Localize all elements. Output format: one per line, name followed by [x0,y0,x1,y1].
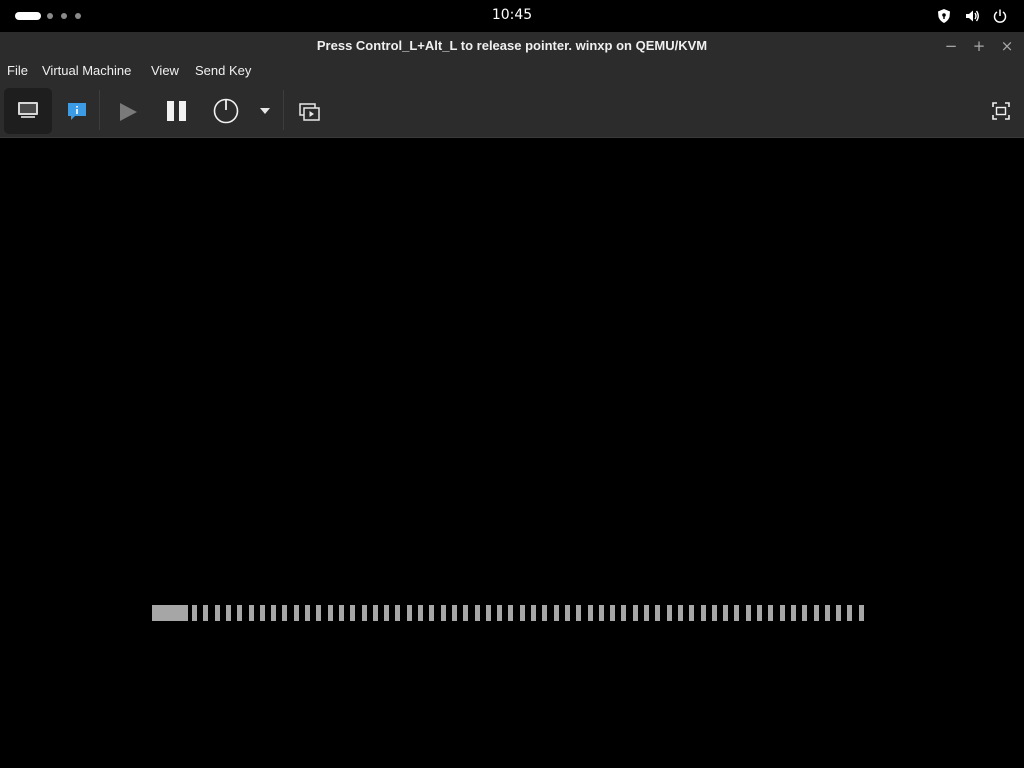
progress-tick [678,605,683,621]
progress-tick [565,605,570,621]
progress-tick [814,605,819,621]
progress-tick [384,605,389,621]
shutdown-button[interactable] [206,88,246,134]
progress-tick [350,605,355,621]
progress-tick [701,605,706,621]
clock[interactable]: 10:45 [0,7,1024,23]
progress-tick [644,605,649,621]
progress-tick [859,605,864,621]
progress-tick [791,605,796,621]
progress-tick [452,605,457,621]
volume-icon[interactable] [964,8,980,24]
power-icon[interactable] [992,8,1008,24]
menu-view[interactable]: View [151,63,179,78]
menu-send-key[interactable]: Send Key [195,63,251,78]
progress-tick [305,605,310,621]
progress-tick [373,605,378,621]
progress-tick [395,605,400,621]
progress-tick [441,605,446,621]
chevron-down-icon [260,108,270,114]
window-title-bar[interactable]: Press Control_L+Alt_L to release pointer… [0,32,1024,60]
shutdown-icon [213,98,239,124]
progress-tick [655,605,660,621]
snapshots-icon [299,103,320,121]
progress-tick [282,605,287,621]
run-button[interactable] [108,88,148,134]
progress-tick [418,605,423,621]
progress-tick [508,605,513,621]
details-button[interactable] [56,88,96,134]
shutdown-menu-button[interactable] [254,100,276,122]
progress-tick [712,605,717,621]
progress-tick [429,605,434,621]
run-icon [120,103,137,121]
progress-tick [249,605,254,621]
console-button[interactable] [4,88,52,134]
pause-button[interactable] [157,88,197,134]
progress-tick [316,605,321,621]
toolbar [0,84,1024,138]
progress-tick [588,605,593,621]
progress-tick [339,605,344,621]
progress-tick [576,605,581,621]
progress-tick [407,605,412,621]
fullscreen-icon [992,102,1010,120]
progress-tick [215,605,220,621]
system-top-bar: 10:45 [0,0,1024,32]
progress-tick [768,605,773,621]
progress-tick [802,605,807,621]
progress-tick [734,605,739,621]
progress-tick [633,605,638,621]
progress-tick [847,605,852,621]
progress-tick [475,605,480,621]
pause-icon [167,101,186,121]
snapshots-button[interactable] [290,88,330,134]
fullscreen-button[interactable] [982,94,1018,128]
progress-tick [520,605,525,621]
progress-tick [667,605,672,621]
toolbar-separator [99,90,100,130]
progress-tick [610,605,615,621]
progress-tick [746,605,751,621]
details-icon [68,103,86,120]
menu-bar: File Virtual Machine View Send Key [0,60,1024,84]
progress-tick [836,605,841,621]
progress-tick [780,605,785,621]
progress-tick [362,605,367,621]
progress-tick [328,605,333,621]
shield-icon[interactable] [936,8,952,24]
progress-tick [260,605,265,621]
progress-tick [271,605,276,621]
progress-tick [825,605,830,621]
vm-display[interactable] [0,138,1024,768]
progress-tick [463,605,468,621]
progress-tick [621,605,626,621]
progress-tick [542,605,547,621]
progress-tick [554,605,559,621]
progress-tick [486,605,491,621]
progress-tick [192,605,197,621]
progress-tick [757,605,762,621]
menu-file[interactable]: File [7,63,28,78]
progress-tick [689,605,694,621]
progress-tick [226,605,231,621]
progress-tick [203,605,208,621]
toolbar-separator [283,90,284,130]
progress-tick [294,605,299,621]
progress-tick [723,605,728,621]
progress-tick [497,605,502,621]
progress-tick [531,605,536,621]
progress-tick [237,605,242,621]
progress-block [152,605,188,621]
boot-progress-bar [152,605,874,621]
menu-virtual-machine[interactable]: Virtual Machine [42,63,131,78]
close-icon[interactable]: × [997,36,1017,56]
console-icon [18,102,38,118]
progress-tick [599,605,604,621]
maximize-icon[interactable]: + [969,36,989,56]
window-title: Press Control_L+Alt_L to release pointer… [316,38,708,53]
minimize-icon[interactable]: − [941,36,961,56]
